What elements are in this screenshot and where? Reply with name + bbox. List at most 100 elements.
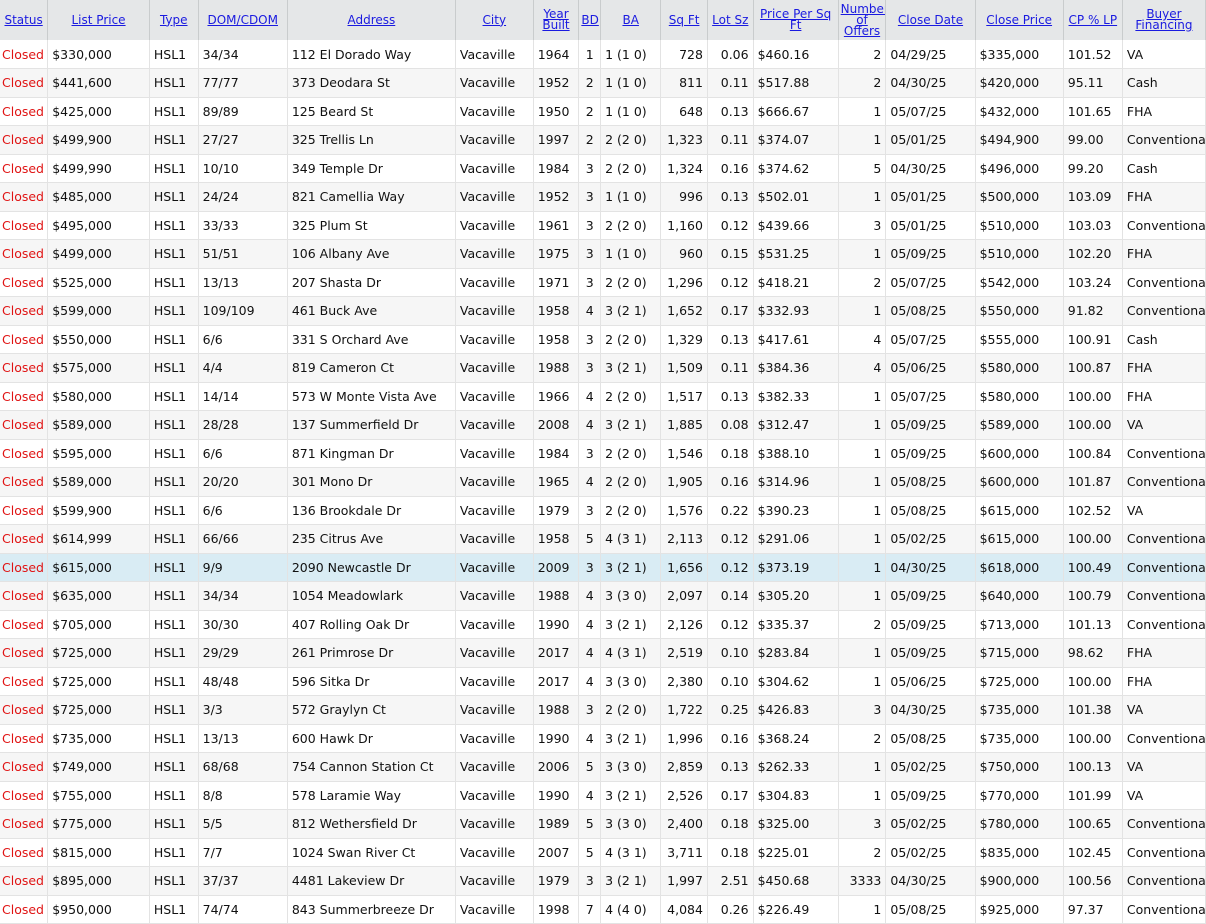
column-header-lot-sz[interactable]: Lot Sz: [707, 0, 754, 40]
cell-sq-ft: 728: [660, 40, 708, 69]
cell-lot-sz: 0.17: [707, 296, 754, 326]
cell-address: 2090 Newcastle Dr: [287, 553, 456, 582]
cell-sq-ft: 996: [660, 182, 708, 212]
table-row[interactable]: Closed $589,000 HSL1 28/28 137 Summerfield D…: [0, 410, 1206, 440]
table-row[interactable]: Closed $725,000 HSL1 29/29 261 Primrose Dr Va…: [0, 638, 1206, 668]
cell-list-price: $705,000: [47, 610, 150, 639]
cell-sq-ft: 1,996: [660, 724, 708, 753]
column-header-number-of-offers[interactable]: Number of Offers: [838, 0, 887, 40]
cell-bd: 4: [578, 724, 602, 753]
table-row[interactable]: Closed $485,000 HSL1 24/24 821 Camellia Way V…: [0, 182, 1206, 212]
cell-status: Closed: [0, 838, 49, 867]
table-row[interactable]: Closed $705,000 HSL1 30/30 407 Rolling Oak D…: [0, 610, 1206, 639]
cell-type: HSL1: [149, 97, 199, 126]
table-row[interactable]: Closed $595,000 HSL1 6/6 871 Kingman Dr Vacav…: [0, 439, 1206, 468]
cell-close-date: 04/30/25: [885, 553, 976, 582]
column-header-cp-pct-lp[interactable]: CP % LP: [1063, 0, 1123, 40]
column-header-status[interactable]: Status: [0, 0, 49, 40]
cell-close-price: $615,000: [975, 524, 1064, 554]
cell-address: 301 Mono Dr: [287, 467, 456, 497]
table-row[interactable]: Closed $599,000 HSL1 109/109 461 Buck Ave Vac…: [0, 296, 1206, 326]
table-row[interactable]: Closed $725,000 HSL1 3/3 572 Graylyn Ct Vacav…: [0, 695, 1206, 725]
table-row[interactable]: Closed $589,000 HSL1 20/20 301 Mono Dr Vacavi…: [0, 467, 1206, 497]
column-header-dom-cdom[interactable]: DOM/CDOM: [198, 0, 288, 40]
cell-bd: 1: [578, 40, 602, 69]
cell-type: HSL1: [149, 182, 199, 212]
column-header-bd[interactable]: BD: [578, 0, 602, 40]
table-row[interactable]: Closed $499,990 HSL1 10/10 349 Temple Dr Vaca…: [0, 154, 1206, 183]
table-row[interactable]: Closed $725,000 HSL1 48/48 596 Sitka Dr Vacav…: [0, 667, 1206, 696]
cell-price-per-sq-ft: $368.24: [753, 724, 839, 753]
cell-address: 871 Kingman Dr: [287, 439, 456, 468]
table-row[interactable]: Closed $950,000 HSL1 74/74 843 Summerbreeze …: [0, 895, 1206, 924]
cell-type: HSL1: [149, 325, 199, 354]
table-row[interactable]: Closed $735,000 HSL1 13/13 600 Hawk Dr Vacavi…: [0, 724, 1206, 753]
cell-sq-ft: 4,084: [660, 895, 708, 924]
table-row[interactable]: Closed $614,999 HSL1 66/66 235 Citrus Ave Vac…: [0, 524, 1206, 554]
column-header-year-built[interactable]: Year Built: [533, 0, 580, 40]
table-row[interactable]: Closed $575,000 HSL1 4/4 819 Cameron Ct Vacav…: [0, 353, 1206, 383]
cell-ba: 3 (3 0): [600, 809, 662, 839]
cell-close-price: $494,900: [975, 125, 1064, 155]
cell-cp-pct-lp: 101.38: [1063, 695, 1123, 725]
column-header-sq-ft[interactable]: Sq Ft: [660, 0, 708, 40]
cell-address: 112 El Dorado Way: [287, 40, 456, 69]
table-row[interactable]: Closed $615,000 HSL1 9/9 2090 Newcastle Dr Va…: [0, 553, 1206, 582]
cell-price-per-sq-ft: $460.16: [753, 40, 839, 69]
cell-number-of-offers: 1: [838, 125, 887, 155]
cell-address: 578 Laramie Way: [287, 781, 456, 810]
cell-lot-sz: 0.11: [707, 68, 754, 98]
cell-close-price: $600,000: [975, 467, 1064, 497]
table-row[interactable]: Closed $550,000 HSL1 6/6 331 S Orchard Ave Va…: [0, 325, 1206, 354]
cell-cp-pct-lp: 102.52: [1063, 496, 1123, 525]
cell-close-price: $900,000: [975, 866, 1064, 896]
table-row[interactable]: Closed $525,000 HSL1 13/13 207 Shasta Dr Vaca…: [0, 268, 1206, 297]
cell-cp-pct-lp: 100.00: [1063, 667, 1123, 696]
cell-ba: 3 (2 1): [600, 296, 662, 326]
cell-cp-pct-lp: 103.09: [1063, 182, 1123, 212]
cell-close-price: $735,000: [975, 724, 1064, 753]
table-row[interactable]: Closed $815,000 HSL1 7/7 1024 Swan River Ct V…: [0, 838, 1206, 867]
table-row[interactable]: Closed $895,000 HSL1 37/37 4481 Lakeview Dr V…: [0, 866, 1206, 896]
cell-number-of-offers: 3: [838, 695, 887, 725]
cell-year-built: 1971: [533, 268, 580, 297]
column-header-type[interactable]: Type: [149, 0, 199, 40]
table-row[interactable]: Closed $499,000 HSL1 51/51 106 Albany Ave Vac…: [0, 239, 1206, 269]
cell-buyer-financing: VA: [1122, 40, 1206, 69]
cell-type: HSL1: [149, 581, 199, 611]
column-header-close-price[interactable]: Close Price: [975, 0, 1064, 40]
table-row[interactable]: Closed $635,000 HSL1 34/34 1054 Meadowlark Va…: [0, 581, 1206, 611]
cell-number-of-offers: 1: [838, 97, 887, 126]
cell-number-of-offers: 2: [838, 838, 887, 867]
cell-city: Vacaville: [455, 781, 534, 810]
cell-cp-pct-lp: 101.13: [1063, 610, 1123, 639]
cell-city: Vacaville: [455, 382, 534, 411]
column-header-city[interactable]: City: [455, 0, 534, 40]
cell-sq-ft: 2,380: [660, 667, 708, 696]
table-row[interactable]: Closed $580,000 HSL1 14/14 573 W Monte Vista…: [0, 382, 1206, 411]
column-header-price-per-sq-ft[interactable]: Price Per Sq Ft: [753, 0, 839, 40]
column-header-address[interactable]: Address: [287, 0, 456, 40]
cell-list-price: $595,000: [47, 439, 150, 468]
table-row[interactable]: Closed $775,000 HSL1 5/5 812 Wethersfield Dr…: [0, 809, 1206, 839]
table-row[interactable]: Closed $425,000 HSL1 89/89 125 Beard St Vacav…: [0, 97, 1206, 126]
cell-address: 106 Albany Ave: [287, 239, 456, 269]
table-row[interactable]: Closed $755,000 HSL1 8/8 578 Laramie Way Vaca…: [0, 781, 1206, 810]
table-row[interactable]: Closed $330,000 HSL1 34/34 112 El Dorado Way…: [0, 40, 1206, 69]
cell-number-of-offers: 5: [838, 154, 887, 183]
cell-city: Vacaville: [455, 268, 534, 297]
table-row[interactable]: Closed $495,000 HSL1 33/33 325 Plum St Vacavi…: [0, 211, 1206, 240]
table-row[interactable]: Closed $749,000 HSL1 68/68 754 Cannon Statio…: [0, 752, 1206, 782]
cell-year-built: 1990: [533, 781, 580, 810]
cell-cp-pct-lp: 100.00: [1063, 382, 1123, 411]
table-row[interactable]: Closed $441,600 HSL1 77/77 373 Deodara St Vac…: [0, 68, 1206, 98]
table-row[interactable]: Closed $499,900 HSL1 27/27 325 Trellis Ln Vac…: [0, 125, 1206, 155]
column-header-buyer-financing[interactable]: Buyer Financing: [1122, 0, 1206, 40]
cell-price-per-sq-ft: $325.00: [753, 809, 839, 839]
table-row[interactable]: Closed $599,900 HSL1 6/6 136 Brookdale Dr Vac…: [0, 496, 1206, 525]
cell-number-of-offers: 4: [838, 325, 887, 354]
column-header-list-price[interactable]: List Price: [47, 0, 150, 40]
column-header-close-date[interactable]: Close Date: [885, 0, 976, 40]
column-header-ba[interactable]: BA: [600, 0, 662, 40]
cell-city: Vacaville: [455, 467, 534, 497]
